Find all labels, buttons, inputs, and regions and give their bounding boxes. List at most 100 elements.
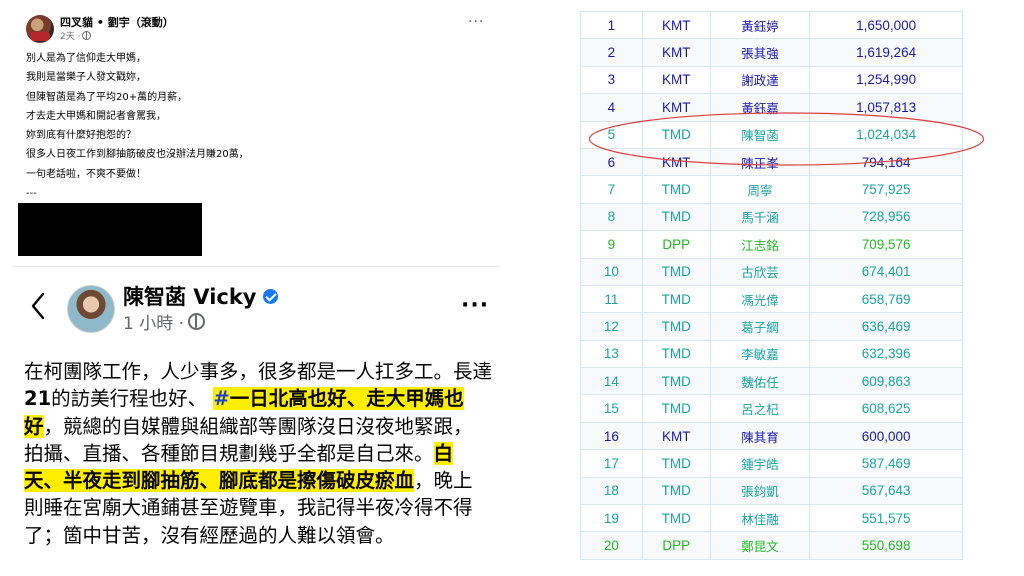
post-timestamp: 1 小時 · <box>123 309 206 334</box>
table-row: 11 TMD 馮光偉 658,769 <box>580 284 963 314</box>
votes-cell: 794,164 <box>809 147 963 177</box>
post-line: 才去走大甲媽和開記者會罵我， <box>26 110 166 122</box>
votes-cell: 1,650,000 <box>809 11 963 40</box>
votes-cell: 608,625 <box>809 394 963 423</box>
party-cell: TMD <box>641 257 711 286</box>
name-cell: 張其強 <box>709 38 811 67</box>
votes-cell: 757,925 <box>809 175 963 204</box>
table-row: 2 KMT 張其強 1,619,264 <box>580 38 963 67</box>
party-cell: DPP <box>641 531 711 560</box>
votes-cell: 728,956 <box>809 202 963 232</box>
table-row: 17 TMD 鍾宇皓 587,469 <box>580 449 963 478</box>
votes-cell: 658,769 <box>809 284 963 314</box>
post-author: 陳智菡 Vicky <box>123 281 278 311</box>
votes-cell: 632,396 <box>809 339 963 369</box>
party-cell: TMD <box>641 312 711 341</box>
rank-cell: 12 <box>580 312 643 341</box>
votes-cell: 551,575 <box>809 504 963 533</box>
table-row: 3 KMT 謝政達 1,254,990 <box>580 65 963 95</box>
name-cell: 呂之杞 <box>709 394 811 423</box>
votes-cell: 709,576 <box>809 230 963 259</box>
ranking-table: 1 KMT 黃鈺婷 1,650,000 2 KMT 張其強 1,619,264 3 KMT 謝政達 1… <box>580 11 963 560</box>
rank-cell: 19 <box>580 504 643 533</box>
table-row: 6 KMT 陳正峯 794,164 <box>580 147 963 177</box>
votes-cell: 567,643 <box>809 476 963 506</box>
more-options-icon[interactable]: ··· <box>461 293 489 318</box>
party-cell: DPP <box>641 230 711 259</box>
post-line: 很多人日夜工作到腳抽筋破皮也沒辦法月賺20萬， <box>26 149 249 161</box>
name-cell: 江志銘 <box>709 230 811 259</box>
table-row: 19 TMD 林佳融 551,575 <box>580 504 963 533</box>
globe-icon <box>82 31 92 40</box>
table-row: 20 DPP 鄭昆文 550,698 <box>580 531 963 560</box>
name-cell: 古欣芸 <box>709 257 811 286</box>
name-cell: 魏佑任 <box>709 367 811 396</box>
party-cell: TMD <box>641 339 711 369</box>
table-row: 10 TMD 古欣芸 674,401 <box>580 257 963 286</box>
name-cell: 周寧 <box>709 175 811 204</box>
votes-cell: 550,698 <box>809 531 963 560</box>
globe-icon <box>188 313 206 330</box>
name-cell: 陳其育 <box>709 421 811 451</box>
name-cell: 黃鈺嘉 <box>709 93 811 122</box>
post-text: 別人是為了信仰走大甲媽， 我則是當樂子人發文戳妳， 但陳智菡是為了平均20+萬的月薪… <box>26 49 486 203</box>
post-author-name[interactable]: 四叉貓 • 劉宇（滾動） <box>60 14 174 30</box>
post-line: 一句老話啦，不爽不要做！ <box>26 168 146 180</box>
post-body: 在柯團隊工作，人少事多，很多都是一人扛多工。長達21的訪美行程也好、 #一日北高… <box>24 358 492 549</box>
rank-cell: 3 <box>580 65 643 95</box>
votes-cell: 600,000 <box>809 421 963 451</box>
rank-cell: 4 <box>580 93 643 122</box>
votes-cell: 1,057,813 <box>809 93 963 122</box>
hashtag-mark[interactable]: # <box>213 387 230 411</box>
rank-cell: 2 <box>580 38 643 67</box>
party-cell: KMT <box>641 38 711 67</box>
rank-cell: 7 <box>580 175 643 204</box>
table-row: 7 TMD 周寧 757,925 <box>580 175 963 204</box>
name-cell: 黃鈺婷 <box>709 11 811 40</box>
post-time-text[interactable]: 2天 · <box>60 29 80 42</box>
votes-cell: 636,469 <box>809 312 963 341</box>
party-cell: KMT <box>641 93 711 122</box>
body-text: 在柯團隊工作，人少事多，很多都是一人扛多工。長達 <box>24 360 493 383</box>
votes-cell: 1,024,034 <box>809 120 963 149</box>
post-line: 妳到底有什麼好抱怨的？ <box>26 130 136 142</box>
avatar[interactable] <box>67 285 115 333</box>
post-line: 但陳智菡是為了平均20+萬的月薪， <box>26 91 188 103</box>
post-line: 我則是當樂子人發文戳妳， <box>26 72 146 84</box>
party-cell: TMD <box>641 504 711 533</box>
post-author-name[interactable]: 陳智菡 Vicky <box>123 281 257 311</box>
name-cell: 林佳融 <box>709 504 811 533</box>
votes-cell: 1,619,264 <box>809 38 963 67</box>
more-options-icon[interactable]: ··· <box>468 14 484 30</box>
table-row: 8 TMD 馬千涵 728,956 <box>580 202 963 232</box>
rank-cell: 6 <box>580 147 643 177</box>
party-cell: TMD <box>641 449 711 478</box>
table-row: 14 TMD 魏佑任 609,863 <box>580 367 963 396</box>
avatar[interactable] <box>26 15 54 43</box>
post-line: 別人是為了信仰走大甲媽， <box>26 53 146 64</box>
name-cell: 馮光偉 <box>709 284 811 314</box>
ranking-table-image: 1 KMT 黃鈺婷 1,650,000 2 KMT 張其強 1,619,264 3 KMT 謝政達 1… <box>580 11 964 564</box>
name-cell: 鄭昆文 <box>709 531 811 560</box>
name-cell: 謝政達 <box>709 65 811 95</box>
table-row: 4 KMT 黃鈺嘉 1,057,813 <box>580 93 963 122</box>
rank-cell: 20 <box>580 531 643 560</box>
name-cell: 鍾宇皓 <box>709 449 811 478</box>
rank-cell: 10 <box>580 257 643 286</box>
back-arrow-icon[interactable] <box>30 291 46 321</box>
rank-cell: 9 <box>580 230 643 259</box>
party-cell: KMT <box>641 11 711 40</box>
name-cell: 馬千涵 <box>709 202 811 232</box>
party-cell: TMD <box>641 476 711 506</box>
party-cell: KMT <box>641 147 711 177</box>
post-timestamp: 2天 · <box>60 29 92 42</box>
party-cell: KMT <box>641 421 711 451</box>
name-cell: 陳智菡 <box>709 120 811 149</box>
body-text: ，競總的自媒體與組織部等團隊沒日沒夜地緊跟，拍攝、直播、各種節目規劃幾乎全都是自… <box>24 414 473 465</box>
name-cell: 張鈞凱 <box>709 476 811 506</box>
table-row: 18 TMD 張鈞凱 567,643 <box>580 476 963 506</box>
redacted-block <box>18 203 202 256</box>
post-time-text[interactable]: 1 小時 · <box>123 309 184 334</box>
table-row: 16 KMT 陳其育 600,000 <box>580 421 963 451</box>
rank-cell: 13 <box>580 339 643 369</box>
